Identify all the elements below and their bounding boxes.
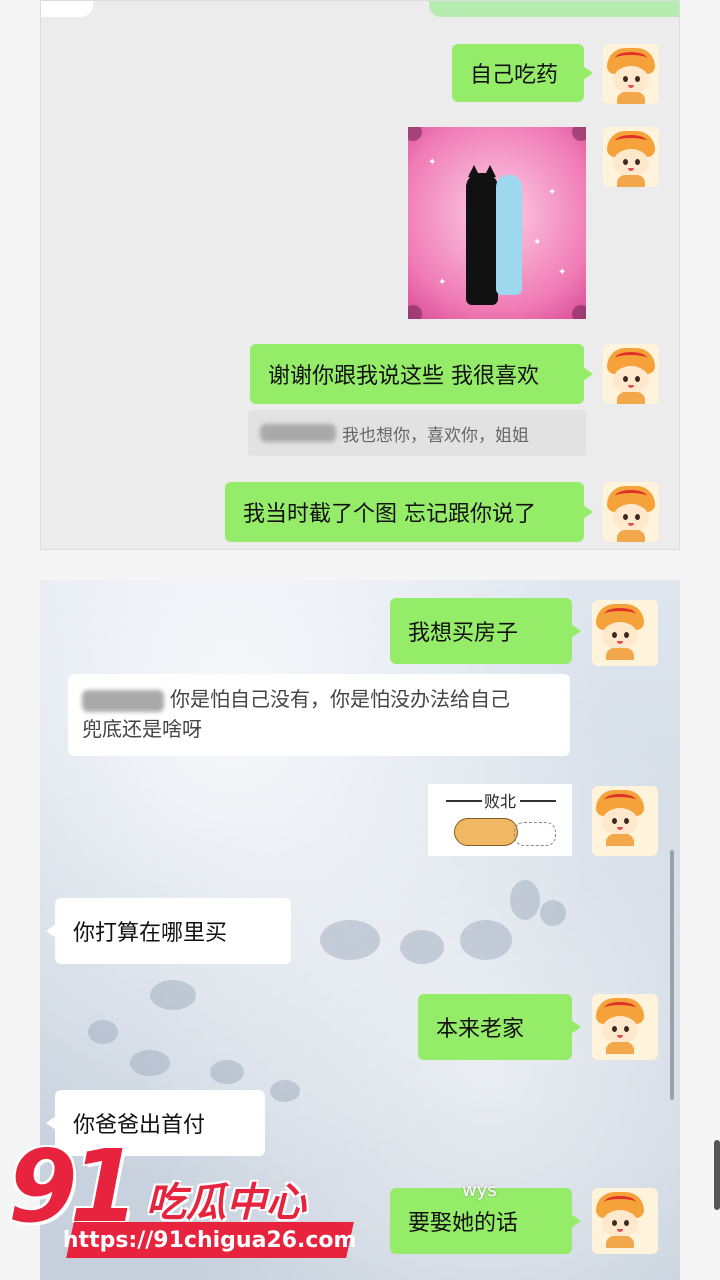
paw-print [130,1050,170,1076]
watermark-logo-name: 吃瓜中心 [146,1180,306,1226]
snow-mark [510,880,540,920]
avatar-self[interactable] [592,1188,658,1254]
watermark-url: https://91chigua26.com [63,1222,357,1258]
paw-print [88,1020,118,1044]
blurred-name [260,424,336,442]
watermark-tag: wys [462,1180,497,1201]
message-bubble-self[interactable]: 自己吃药 [452,44,593,102]
cat-image-message[interactable]: ✦ ✦ ✦ ✦ ✦ [408,127,586,319]
message-bubble-self[interactable]: 我想买房子 [390,598,581,664]
scrollbar[interactable] [670,850,674,1100]
top-partial-bubble [429,1,679,17]
snow-mark [400,930,444,964]
avatar-self[interactable] [603,482,659,542]
quoted-reply-line-2: 兜底还是啥呀 [82,717,202,741]
paw-print [270,1080,300,1102]
side-handle[interactable] [714,1140,720,1210]
dog-icon [454,818,518,846]
paw-print [150,980,196,1010]
quoted-reply-card[interactable]: 你是怕自己没有，你是怕没办法给自己 兜底还是啥呀 [68,674,570,756]
top-partial-element [41,1,93,17]
avatar-self[interactable] [603,44,659,104]
quoted-message[interactable]: 我也想你，喜欢你，姐姐 [248,410,586,456]
snow-mark [540,900,566,926]
sticker-message[interactable]: 败北 [428,784,572,856]
avatar-self[interactable] [603,344,659,404]
avatar-self[interactable] [603,127,659,187]
quoted-reply-line-1: 你是怕自己没有，你是怕没办法给自己 [82,684,556,714]
avatar-self[interactable] [592,786,658,856]
avatar-self[interactable] [592,994,658,1060]
message-bubble-self[interactable]: 我当时截了个图 忘记跟你说了 [225,482,593,542]
snow-mark [460,920,512,960]
message-bubble-other[interactable]: 你打算在哪里买 [46,898,291,964]
blurred-name [82,689,164,712]
quoted-text: 我也想你，喜欢你，姐姐 [342,425,529,446]
paw-print [210,1060,244,1084]
snow-mark [320,920,380,960]
message-bubble-self[interactable]: 谢谢你跟我说这些 我很喜欢 [250,344,593,404]
message-bubble-self[interactable]: 本来老家 [418,994,581,1060]
avatar-self[interactable] [592,600,658,666]
sticker-text: 败北 [483,792,516,811]
